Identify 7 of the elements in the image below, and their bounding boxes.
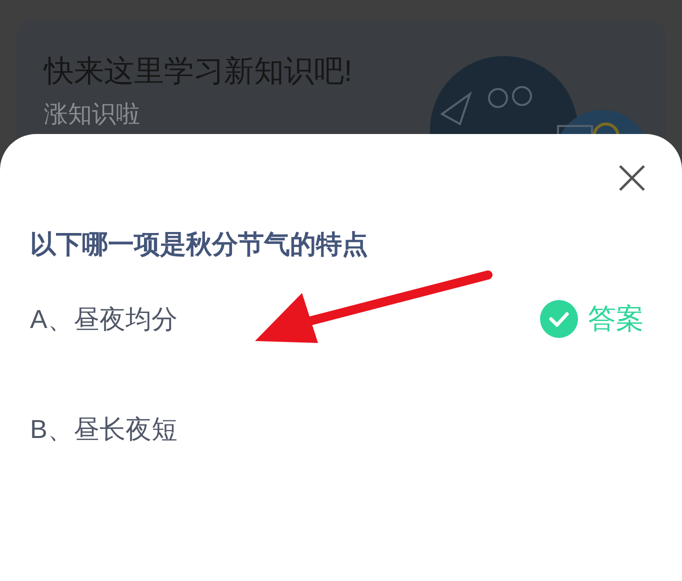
close-icon[interactable] (618, 164, 646, 192)
answer-label: 答案 (588, 302, 644, 336)
option-text[interactable]: A、昼夜均分 (30, 301, 178, 337)
option-text[interactable]: B、昼长夜短 (30, 411, 178, 447)
question-text: 以下哪一项是秋分节气的特点 (30, 228, 368, 261)
banner-subtitle: 涨知识啦 (44, 100, 140, 130)
check-icon (540, 300, 578, 338)
